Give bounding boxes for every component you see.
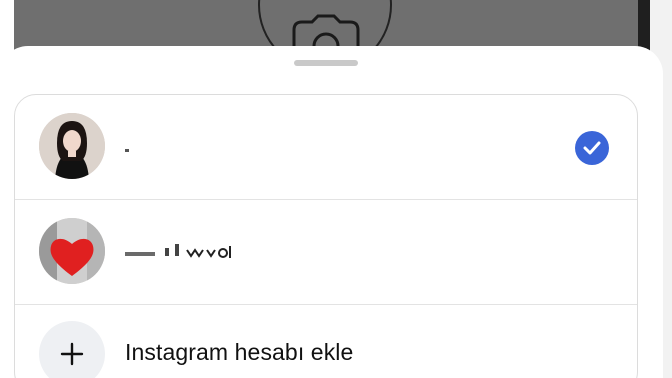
drag-handle[interactable] (294, 60, 358, 66)
screen: Instagram hesabı ekle (0, 0, 672, 378)
plus-icon (39, 321, 105, 378)
account-switcher-sheet: Instagram hesabı ekle (0, 46, 663, 378)
account-row-2[interactable] (15, 200, 637, 305)
checkmark-icon (575, 131, 609, 165)
account-name-redacted (125, 149, 129, 152)
account-list: Instagram hesabı ekle (14, 94, 638, 378)
avatar (39, 113, 105, 179)
account-name-redacted (125, 244, 231, 258)
add-account-row[interactable]: Instagram hesabı ekle (15, 305, 637, 378)
avatar (39, 218, 105, 284)
add-account-label: Instagram hesabı ekle (125, 339, 354, 365)
avatar-photo (39, 113, 105, 179)
account-row-1[interactable] (15, 95, 637, 200)
avatar-photo (39, 218, 105, 284)
